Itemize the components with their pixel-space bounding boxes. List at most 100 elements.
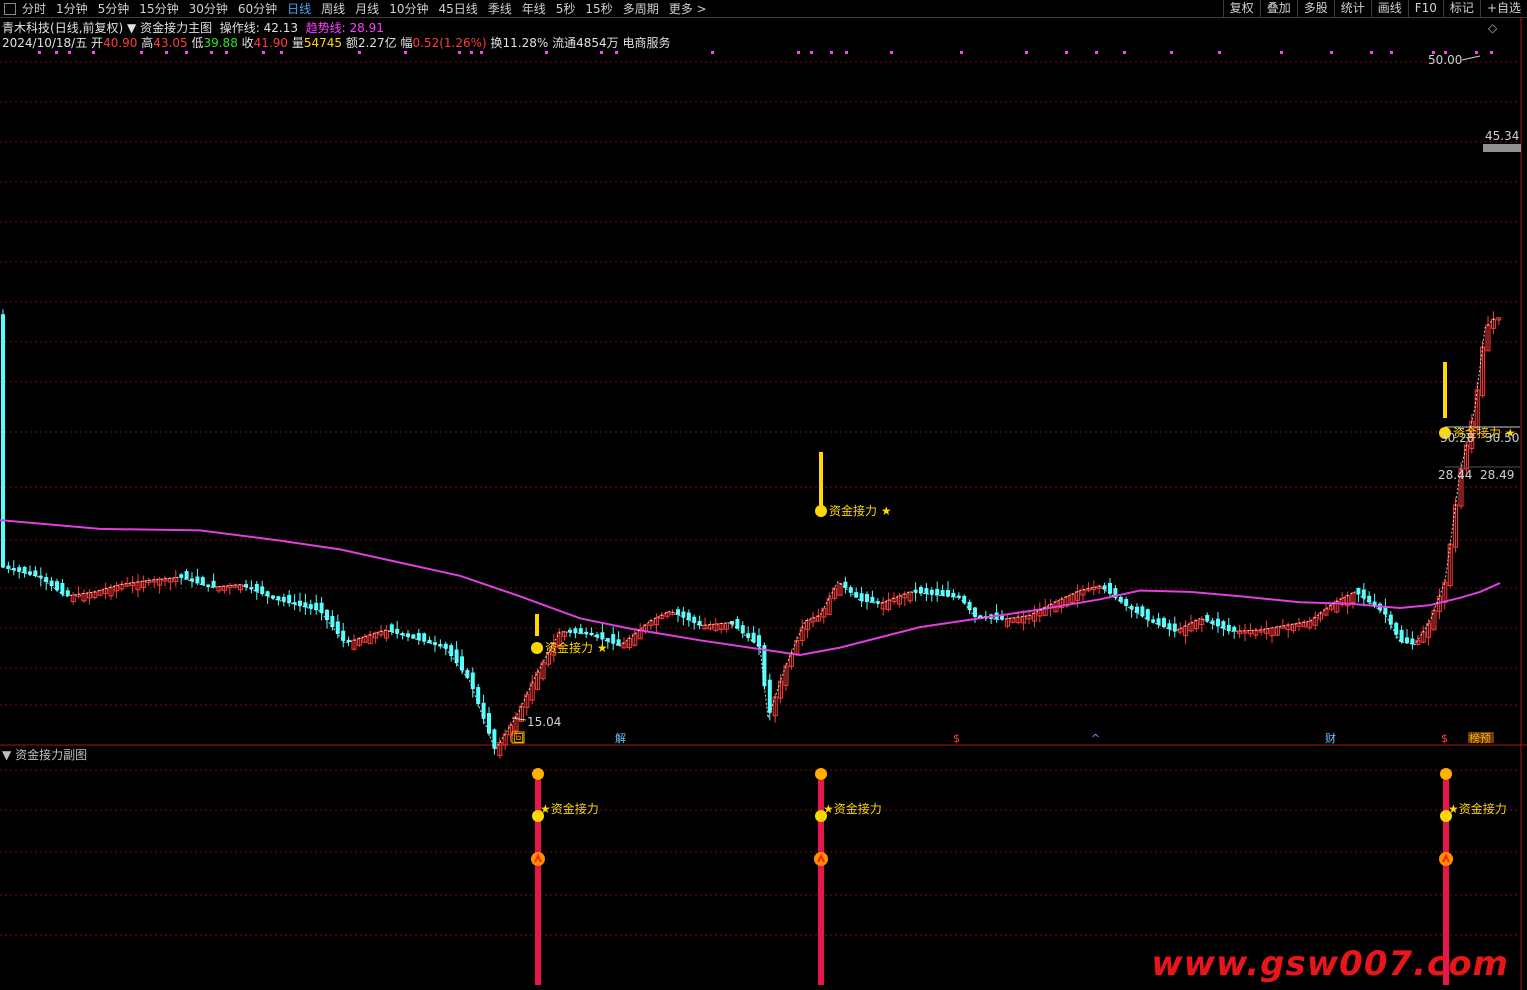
candle-body	[692, 616, 697, 623]
signal-dot	[225, 51, 228, 54]
signal-dot	[470, 51, 473, 54]
sub-signal-label-2: ★资金接力	[1448, 801, 1507, 816]
candle-body	[1410, 638, 1415, 645]
diamond-icon: ◇	[1488, 21, 1498, 35]
smile-icon	[815, 505, 827, 517]
near-label-0: 30.28	[1440, 431, 1474, 445]
signal-dot	[140, 51, 143, 54]
signal-dot	[1490, 51, 1493, 54]
signal-dot	[1170, 51, 1173, 54]
candle-body	[254, 583, 259, 592]
candle-body	[481, 702, 486, 719]
candle-body	[1, 314, 5, 568]
candle-body	[962, 595, 967, 604]
candle-body	[1388, 614, 1393, 625]
price-highlight	[1483, 144, 1521, 152]
sub-indicator-toggle-icon[interactable]: ▼	[2, 748, 11, 762]
min-price-label: 15.04	[527, 715, 561, 729]
candle-body	[870, 596, 875, 603]
candle-body	[1399, 629, 1404, 643]
sub-indicator-name[interactable]: 资金接力副图	[15, 748, 87, 762]
signal-dot	[1370, 51, 1373, 54]
event-marker-3: ^	[1091, 732, 1100, 745]
candle-body	[859, 593, 864, 601]
candle-body	[389, 624, 394, 633]
sub-signal-label-0: ★资金接力	[540, 801, 599, 816]
candle-body	[65, 590, 70, 596]
money-bag-icon	[815, 768, 827, 780]
signal-dot	[55, 51, 58, 54]
candle-body	[346, 639, 351, 643]
right-price-label-2: 28.49	[1480, 468, 1514, 482]
candle-body	[1172, 623, 1177, 632]
signal-dot	[165, 51, 168, 54]
signal-dot	[545, 51, 548, 54]
candle-body	[935, 588, 940, 596]
candle-body	[292, 602, 297, 605]
signal-bar	[819, 452, 823, 508]
sub-chart-header: ▼ 资金接力副图	[2, 746, 87, 763]
signal-dot	[810, 51, 813, 54]
candle-body	[395, 628, 400, 634]
candle-body	[1140, 606, 1145, 617]
signal-label-1: 资金接力 ★	[545, 640, 608, 655]
sub-signal-label-1: ★资金接力	[823, 801, 882, 816]
watermark: www.gsw007.com	[1151, 944, 1509, 984]
kline-chart[interactable]: 资金接力 ★资金接力 ★资金接力 ★50.0015.0445.3430.5028…	[0, 0, 1527, 990]
candle-body	[1108, 582, 1112, 594]
event-marker-4: 财	[1325, 731, 1336, 745]
candle-body	[1361, 589, 1366, 599]
candle-body	[476, 687, 481, 704]
event-marker-1: 解	[615, 731, 626, 745]
signal-dot	[1330, 51, 1333, 54]
candle-body	[865, 593, 869, 602]
signal-dot	[1123, 51, 1126, 54]
candle-body	[449, 645, 454, 656]
money-bag-icon	[532, 768, 544, 780]
signal-label-2: 资金接力 ★	[829, 503, 892, 518]
signal-dot	[358, 51, 361, 54]
candle-body	[308, 604, 313, 609]
candle-body	[573, 628, 578, 634]
signal-dot	[1280, 51, 1283, 54]
candle-body	[465, 669, 470, 678]
candle-body	[1156, 618, 1161, 625]
candle-body	[1232, 626, 1237, 632]
signal-bar	[1443, 362, 1447, 418]
signal-dot	[480, 51, 483, 54]
candle-body	[946, 589, 950, 597]
max-price-label: 50.00	[1428, 53, 1462, 67]
candle-body	[681, 611, 686, 618]
signal-dot	[68, 51, 71, 54]
signal-dot	[845, 51, 848, 54]
signal-dot	[1095, 51, 1098, 54]
candle-body	[330, 615, 335, 627]
candle-body	[416, 632, 421, 640]
event-marker-2: $	[953, 732, 960, 745]
signal-dot	[262, 51, 265, 54]
signal-dot	[1025, 51, 1028, 54]
candle-body	[260, 586, 265, 594]
candle-body	[1145, 609, 1150, 620]
candle-body	[325, 609, 329, 621]
max-price-pointer	[1461, 55, 1481, 61]
signal-dot	[600, 51, 603, 54]
event-marker-6: 榜预	[1469, 731, 1491, 745]
signal-dot	[280, 51, 283, 54]
signal-dot	[458, 51, 461, 54]
signal-dot	[797, 51, 800, 54]
candle-body	[600, 632, 605, 640]
candle-body	[1216, 618, 1220, 627]
candle-body	[244, 584, 248, 588]
event-marker-0: 回	[513, 732, 524, 745]
candle-body	[22, 566, 27, 574]
candle-body	[929, 589, 934, 595]
candle-body	[611, 634, 616, 644]
candle-body	[314, 602, 319, 610]
signal-dot	[185, 51, 188, 54]
candle-body	[287, 594, 292, 603]
signal-dot	[890, 51, 893, 54]
candle-body	[730, 620, 734, 625]
signal-dot	[1475, 51, 1478, 54]
signal-dot	[210, 51, 213, 54]
